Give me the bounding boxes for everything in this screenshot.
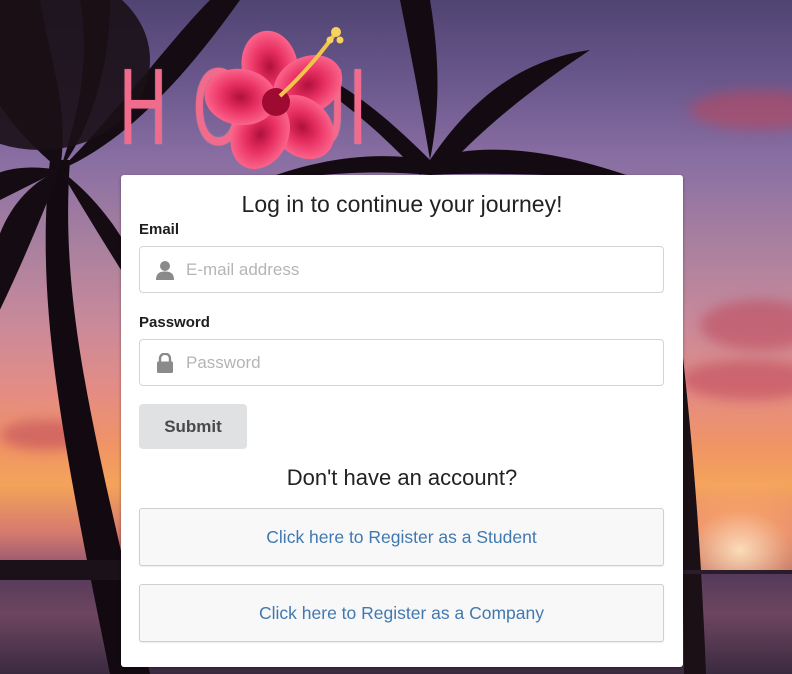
hoohui-logo: H OHUI (118, 18, 698, 178)
login-card: Log in to continue your journey! Email P… (121, 175, 683, 667)
login-title: Log in to continue your journey! (241, 191, 563, 217)
register-student-button[interactable]: Click here to Register as a Student (139, 508, 664, 566)
hibiscus-flower-icon (204, 27, 344, 169)
lock-icon (157, 353, 173, 373)
submit-button[interactable]: Submit (139, 404, 247, 449)
register-prompt: Don't have an account? (286, 465, 518, 490)
user-icon (156, 261, 174, 280)
email-input[interactable] (186, 247, 656, 292)
password-input[interactable] (186, 340, 656, 385)
email-label: Email (139, 221, 180, 238)
register-company-button[interactable]: Click here to Register as a Company (139, 584, 664, 642)
email-field-container (139, 246, 664, 293)
password-label: Password (139, 314, 210, 331)
password-field-container (139, 339, 664, 386)
